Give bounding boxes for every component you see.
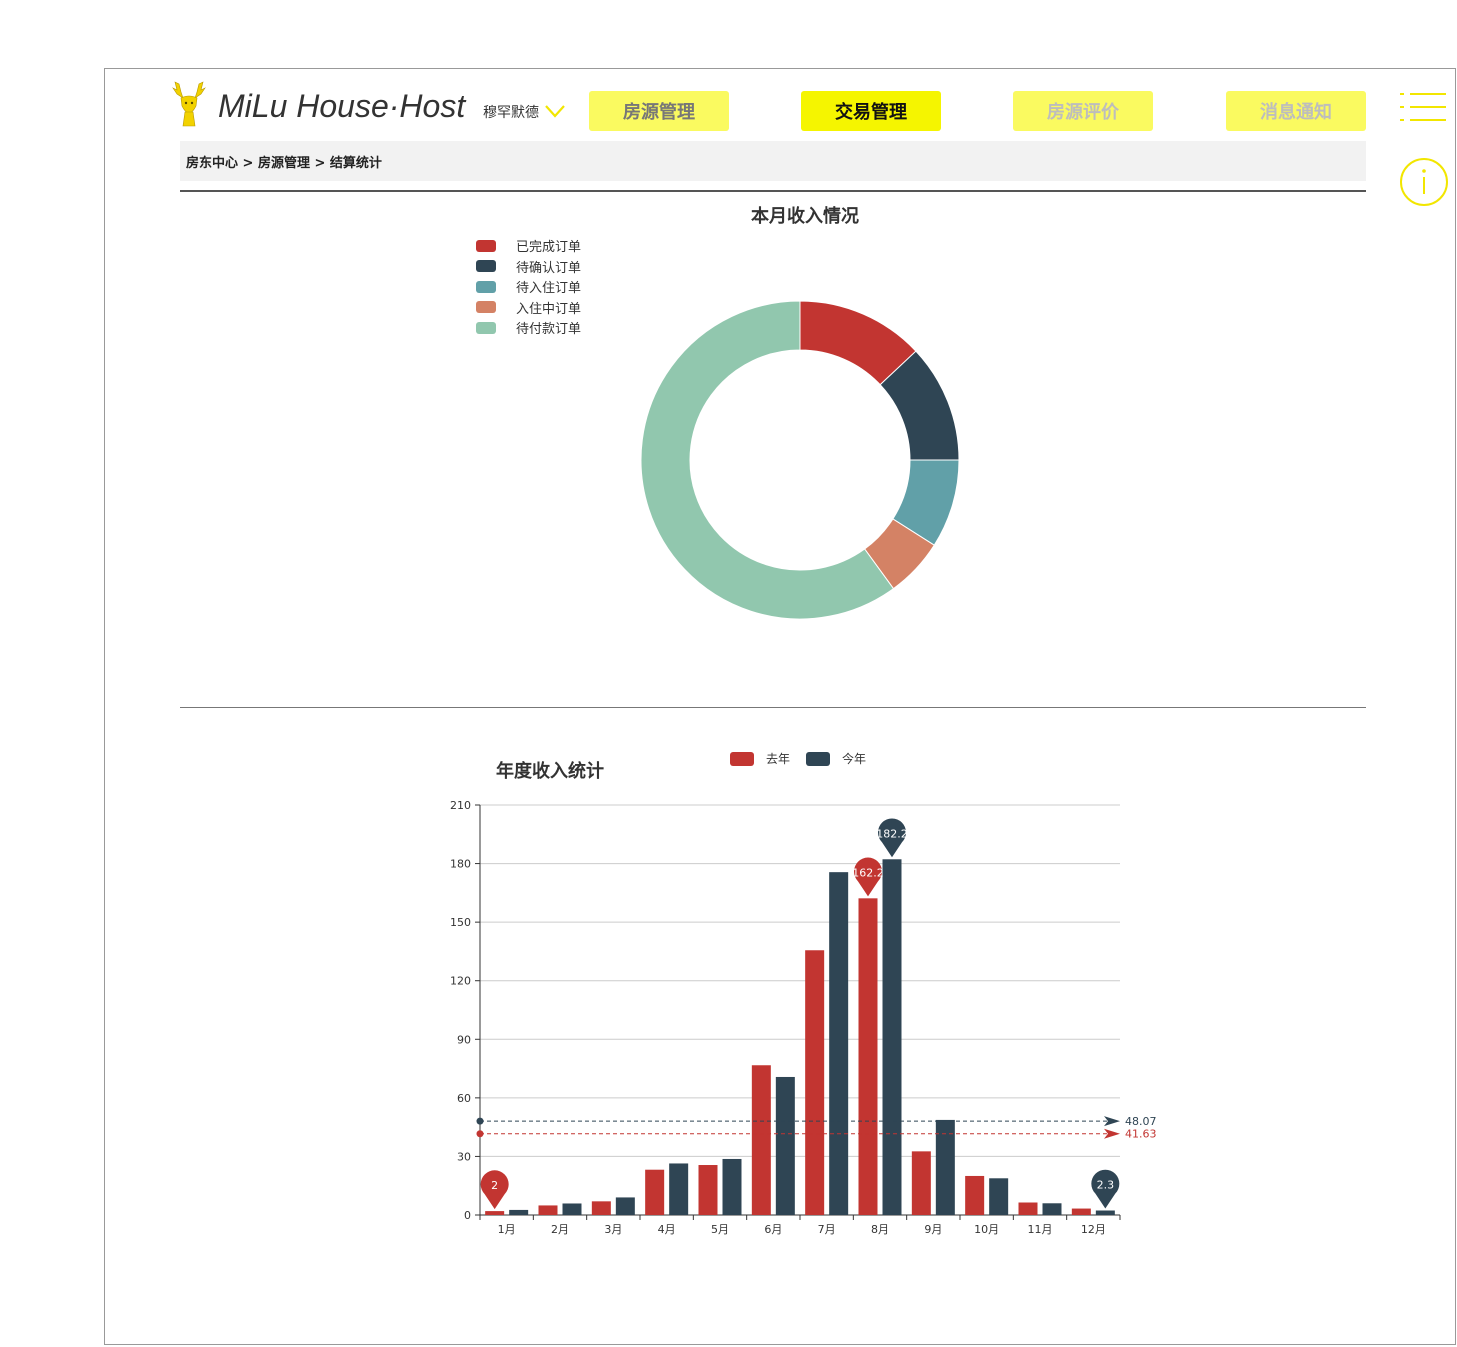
bar-chart-title: 年度收入统计 xyxy=(496,761,604,782)
legend-label: 今年 xyxy=(842,752,867,766)
legend-label: 去年 xyxy=(766,752,791,766)
divider xyxy=(180,707,1366,708)
donut-chart xyxy=(640,300,960,620)
legend-item[interactable]: 去年 xyxy=(730,750,790,767)
legend-item[interactable]: 今年 xyxy=(806,750,866,767)
legend-swatch xyxy=(730,751,754,766)
legend-swatch xyxy=(806,751,830,766)
